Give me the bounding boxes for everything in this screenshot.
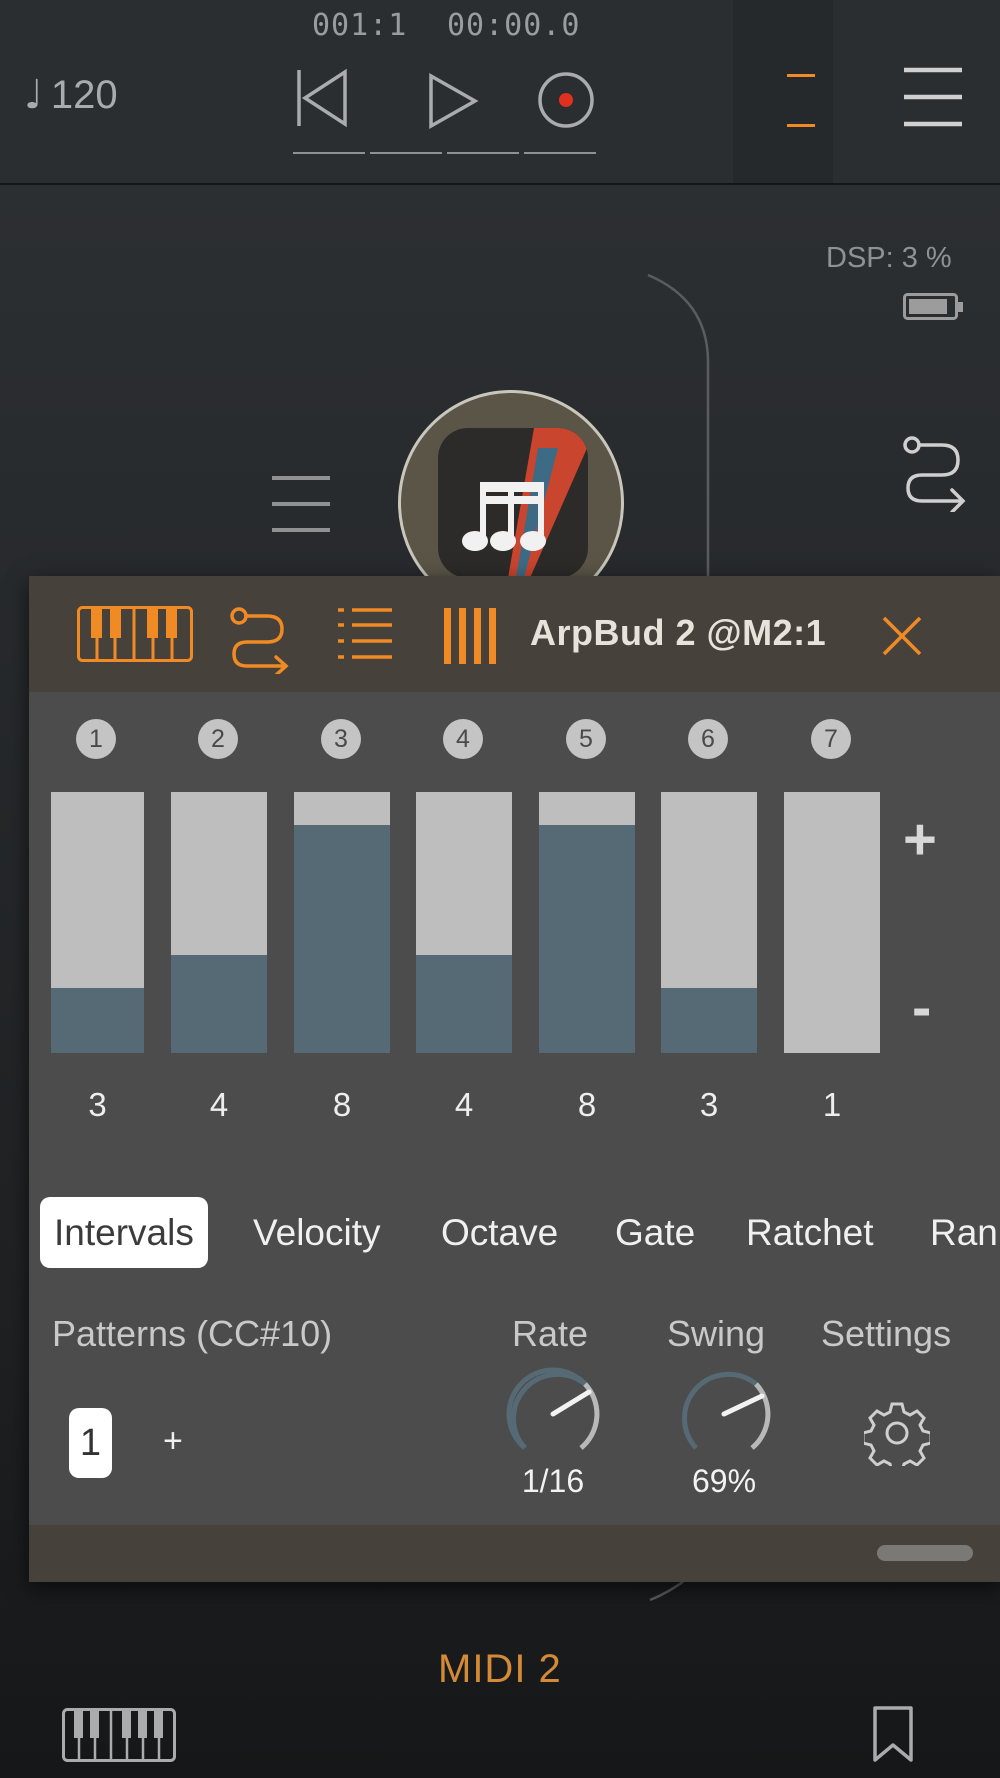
step-value: 8	[577, 1086, 597, 1123]
tab-ratchet[interactable]: Ratchet	[746, 1197, 874, 1268]
step-bar[interactable]	[661, 792, 757, 1053]
step-bar-fill	[661, 988, 757, 1053]
step-bar[interactable]	[539, 792, 635, 1053]
step-number-badge: 4	[443, 719, 483, 759]
patterns-label: Patterns (CC#10)	[52, 1313, 333, 1354]
settings-label: Settings	[821, 1313, 952, 1354]
step-bar-fill	[539, 825, 635, 1053]
panel-resize-handle[interactable]	[877, 1545, 973, 1561]
tab-velocity[interactable]: Velocity	[253, 1197, 381, 1268]
routing-button[interactable]	[900, 432, 970, 512]
bookmark-icon	[873, 1706, 913, 1762]
step-value: 4	[209, 1086, 229, 1123]
keyboard-tab-button[interactable]	[77, 606, 193, 662]
list-tab-button[interactable]	[336, 606, 394, 662]
step-number-badge: 2	[198, 719, 238, 759]
plugin-ui-tab-button[interactable]	[444, 608, 496, 664]
list-icon	[338, 608, 392, 659]
add-pattern-button[interactable]: +	[163, 1422, 183, 1461]
tab-intervals[interactable]: Intervals	[40, 1197, 208, 1268]
step-number-badge: 1	[76, 719, 116, 759]
tab-random[interactable]: Ran	[930, 1197, 998, 1268]
rate-label: Rate	[512, 1313, 589, 1354]
midi-track-label: MIDI 2	[438, 1647, 562, 1691]
step-value: 1	[822, 1086, 842, 1123]
increase-steps-button[interactable]: +	[903, 811, 937, 869]
step-bar[interactable]	[416, 792, 512, 1053]
keyboard-button[interactable]	[62, 1708, 176, 1762]
step-bar-fill	[171, 955, 267, 1053]
decrease-steps-button[interactable]: -	[912, 979, 931, 1037]
step-sequencer	[29, 692, 1000, 693]
rate-value: 1/16	[521, 1463, 585, 1499]
tab-gate[interactable]: Gate	[615, 1197, 695, 1268]
node-menu-button[interactable]	[272, 474, 332, 534]
swing-knob[interactable]	[674, 1364, 774, 1464]
step-value: 4	[454, 1086, 474, 1123]
step-bar-fill	[294, 825, 390, 1053]
step-number-badge: 5	[566, 719, 606, 759]
pattern-slot-1[interactable]: 1	[69, 1408, 112, 1478]
rate-knob[interactable]	[503, 1364, 603, 1464]
swing-label: Swing	[667, 1313, 766, 1354]
step-value: 3	[88, 1086, 107, 1123]
step-bar[interactable]	[171, 792, 267, 1053]
tab-overflow-clip: Ran	[928, 1197, 1000, 1268]
close-icon	[882, 616, 922, 656]
settings-button[interactable]	[864, 1400, 930, 1466]
step-bar[interactable]	[294, 792, 390, 1053]
routing-tab-button[interactable]	[227, 604, 293, 674]
plugin-bars-icon	[444, 608, 496, 664]
step-bar-fill	[416, 955, 512, 1053]
step-bar-fill	[51, 988, 144, 1053]
step-bar[interactable]	[51, 792, 144, 1053]
routing-icon	[230, 607, 289, 674]
step-number-badge: 7	[811, 719, 851, 759]
plugin-title: ArpBud 2 @M2:1	[530, 612, 827, 653]
step-value: 3	[699, 1086, 719, 1123]
plugin-panel-footer	[29, 1525, 1000, 1582]
step-value: 8	[332, 1086, 352, 1123]
hamburger-icon	[272, 476, 330, 532]
gear-icon	[864, 1402, 930, 1466]
arpbud-app-icon	[438, 428, 588, 578]
swing-value: 69%	[691, 1463, 757, 1499]
piano-keyboard-icon	[62, 1708, 176, 1762]
tab-octave[interactable]: Octave	[441, 1197, 558, 1268]
bookmark-button[interactable]	[872, 1705, 914, 1763]
routing-icon	[903, 436, 966, 512]
step-number-badge: 3	[321, 719, 361, 759]
step-bar[interactable]	[784, 792, 880, 1053]
close-panel-button[interactable]	[882, 616, 922, 656]
step-number-badge: 6	[688, 719, 728, 759]
